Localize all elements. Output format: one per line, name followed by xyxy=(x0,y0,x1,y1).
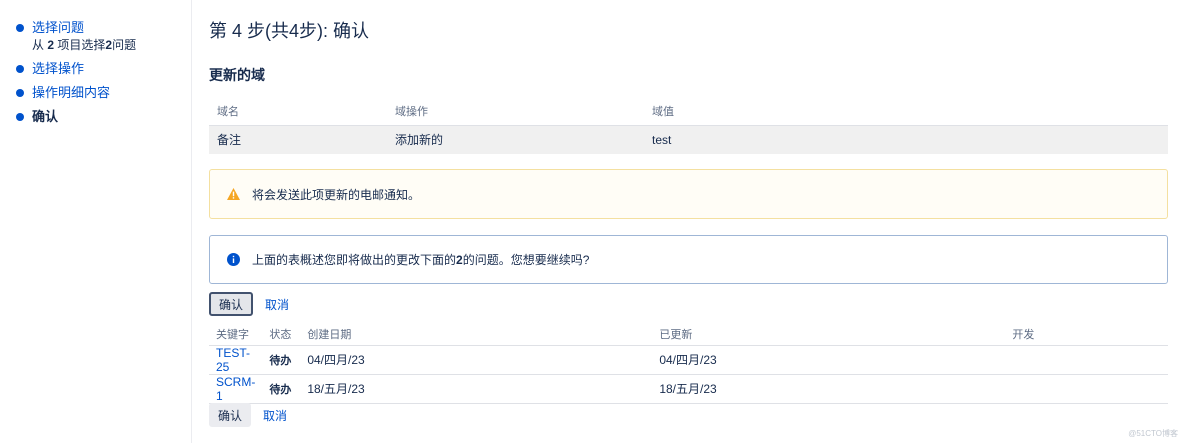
watermark: @51CTO博客 xyxy=(1128,429,1178,438)
updated-fields-table: 域名 域操作 域值 备注 添加新的 test xyxy=(209,98,1168,154)
table-row: TEST-25 待办 04/四月/23 04/四月/23 xyxy=(209,345,1168,375)
step-operation-details[interactable]: 操作明细内容 xyxy=(0,85,191,101)
top-action-bar: 确认 取消 xyxy=(209,292,289,316)
issue-status-cell: 待办 xyxy=(262,345,301,375)
step-label: 确认 xyxy=(32,109,59,124)
step-select-issues[interactable]: 选择问题 从 2 项目选择2问题 xyxy=(0,20,191,53)
table-row: SCRM-1 待办 18/五月/23 18/五月/23 xyxy=(209,374,1168,404)
table-row: 备注 添加新的 test xyxy=(209,125,1168,154)
column-header-status: 状态 xyxy=(262,323,301,346)
section-title: 更新的域 xyxy=(209,67,265,83)
column-header-created: 创建日期 xyxy=(300,323,653,346)
step-select-operation[interactable]: 选择操作 xyxy=(0,61,191,77)
column-header-development: 开发 xyxy=(1005,323,1168,346)
cancel-link[interactable]: 取消 xyxy=(265,296,289,313)
issue-created-cell: 04/四月/23 xyxy=(300,345,653,375)
column-header-field-name: 域名 xyxy=(209,98,387,126)
column-header-field-operation: 域操作 xyxy=(387,98,644,126)
step-bullet-icon xyxy=(16,24,24,32)
affected-issues-table: 关键字 状态 创建日期 已更新 开发 TEST-25 待办 04/四月/23 0… xyxy=(209,323,1168,404)
confirmation-info-message: 上面的表概述您即将做出的更改下面的2的问题。您想要继续吗? xyxy=(209,235,1168,284)
confirm-button[interactable]: 确认 xyxy=(209,292,254,316)
issue-development-cell xyxy=(1005,345,1168,375)
issue-key-cell: SCRM-1 xyxy=(209,374,263,404)
info-icon xyxy=(226,253,240,267)
issue-key-cell: TEST-25 xyxy=(209,345,263,375)
cancel-link-bottom[interactable]: 取消 xyxy=(263,407,287,424)
step-summary: 从 2 项目选择2问题 xyxy=(32,38,137,52)
warning-icon xyxy=(226,187,240,201)
column-header-key: 关键字 xyxy=(209,323,263,346)
step-bullet-icon xyxy=(16,113,24,121)
email-notification-warning: 将会发送此项更新的电邮通知。 xyxy=(209,169,1168,219)
column-header-field-value: 域值 xyxy=(644,98,1168,126)
field-operation-cell: 添加新的 xyxy=(387,125,644,154)
field-value-cell: test xyxy=(644,125,1168,154)
step-bullet-icon xyxy=(16,65,24,73)
page-title: 第 4 步(共4步): 确认 xyxy=(209,21,370,41)
issue-development-cell xyxy=(1005,374,1168,404)
step-sidebar: 选择问题 从 2 项目选择2问题 选择操作 操作明细内容 确认 xyxy=(0,0,192,443)
step-label[interactable]: 选择操作 xyxy=(32,61,191,77)
info-text: 上面的表概述您即将做出的更改下面的2的问题。您想要继续吗? xyxy=(252,253,590,267)
step-confirm: 确认 xyxy=(0,109,191,125)
issue-key-link[interactable]: SCRM-1 xyxy=(216,375,255,403)
field-name-cell: 备注 xyxy=(209,125,387,154)
issue-updated-cell: 04/四月/23 xyxy=(652,345,1006,375)
issue-created-cell: 18/五月/23 xyxy=(300,374,653,404)
step-bullet-icon xyxy=(16,89,24,97)
issue-updated-cell: 18/五月/23 xyxy=(652,374,1006,404)
warning-text: 将会发送此项更新的电邮通知。 xyxy=(252,187,421,202)
step-label[interactable]: 选择问题 xyxy=(32,20,191,36)
issue-status-cell: 待办 xyxy=(262,374,301,404)
bottom-action-bar: 确认 取消 xyxy=(209,403,287,427)
column-header-updated: 已更新 xyxy=(652,323,1006,346)
confirm-button-bottom[interactable]: 确认 xyxy=(209,403,252,427)
issue-key-link[interactable]: TEST-25 xyxy=(216,346,250,374)
step-label[interactable]: 操作明细内容 xyxy=(32,85,191,101)
